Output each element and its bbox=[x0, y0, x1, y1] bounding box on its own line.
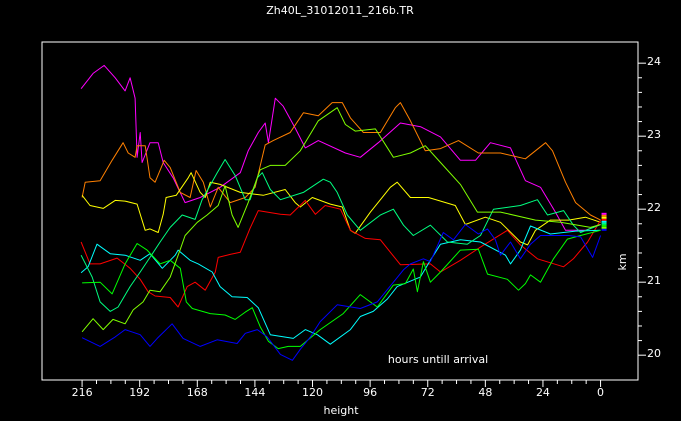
x-tick-label: 0 bbox=[597, 386, 604, 399]
x-tick-label: 72 bbox=[421, 386, 435, 399]
series-lines bbox=[80, 64, 602, 361]
series-line-green bbox=[82, 229, 601, 350]
x-tick-label: 144 bbox=[244, 386, 265, 399]
series-line-chartreuse bbox=[81, 107, 601, 333]
y-tick-label: 21 bbox=[647, 274, 661, 287]
chart: Zh40L_31012011_216b.TR 216 192 168 144 120 96… bbox=[41, 4, 661, 417]
y-tick-label: 20 bbox=[647, 347, 661, 360]
end-marker-magenta bbox=[601, 212, 607, 215]
end-marker-cyan bbox=[601, 220, 607, 223]
end-marker-red bbox=[601, 218, 607, 221]
x-tick-label: 216 bbox=[72, 386, 93, 399]
x-tick-label: 192 bbox=[129, 386, 150, 399]
end-marker-chartreuse bbox=[601, 226, 607, 229]
plot-frame bbox=[41, 41, 639, 381]
x-axis: 216 192 168 144 120 96 72 48 24 0 bbox=[72, 380, 604, 399]
chart-title: Zh40L_31012011_216b.TR bbox=[266, 4, 414, 17]
end-marker-orange bbox=[601, 214, 607, 217]
end-marker-yellow bbox=[601, 216, 607, 219]
series-line-spring-green bbox=[80, 159, 601, 312]
series-line-red bbox=[80, 199, 602, 308]
y-tick-label: 23 bbox=[647, 128, 661, 141]
end-marker-blue bbox=[601, 228, 607, 231]
annotation-hours-until-arrival: hours untill arrival bbox=[388, 353, 488, 366]
series-line-magenta bbox=[80, 64, 601, 231]
x-tick-label: 168 bbox=[187, 386, 208, 399]
end-marker-spring-green bbox=[601, 222, 607, 225]
end-marker-green bbox=[601, 224, 607, 227]
x-axis-label: height bbox=[323, 404, 359, 417]
x-tick-label: 120 bbox=[302, 386, 323, 399]
y-axis: 20 21 22 23 24 bbox=[638, 55, 661, 360]
y-axis-label: km bbox=[616, 253, 629, 270]
x-tick-label: 24 bbox=[536, 386, 550, 399]
y-tick-label: 24 bbox=[647, 55, 661, 68]
x-tick-label: 48 bbox=[478, 386, 492, 399]
y-tick-label: 22 bbox=[647, 201, 661, 214]
series-line-yellow bbox=[81, 172, 601, 246]
end-markers bbox=[601, 212, 607, 231]
x-tick-label: 96 bbox=[363, 386, 377, 399]
